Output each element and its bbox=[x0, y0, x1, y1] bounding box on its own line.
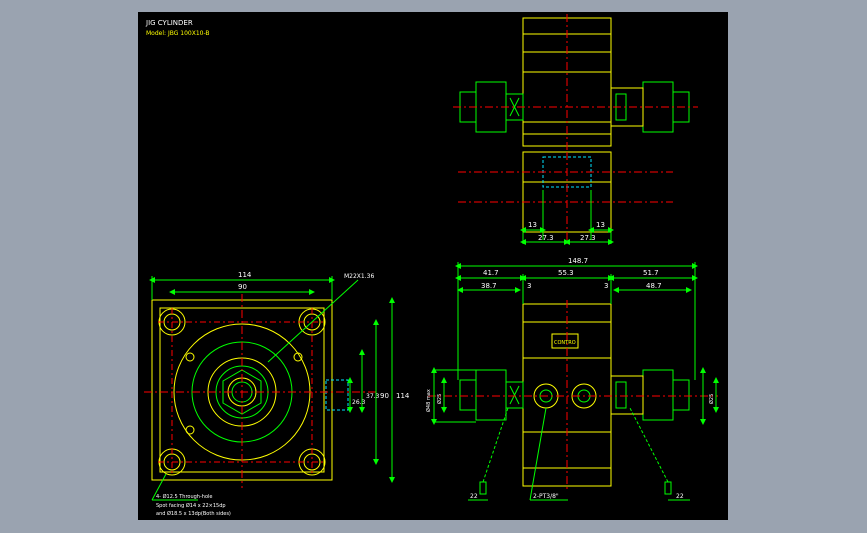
top-view bbox=[453, 14, 698, 152]
dim-front-thread: M22X1.36 bbox=[344, 273, 374, 280]
dim-side-overall: 148.7 bbox=[568, 257, 588, 265]
front-port bbox=[325, 379, 349, 411]
side-label-left: 22 bbox=[470, 493, 478, 500]
section-view bbox=[458, 151, 673, 245]
note-line-2: Spot facing Ø14 x 22×15dp bbox=[156, 502, 226, 509]
dim-side-seg-left: 41.7 bbox=[483, 269, 499, 277]
dim-side-dia-left-outer: Ø48 max bbox=[425, 389, 432, 412]
dim-top-right-offset: 27.3 bbox=[580, 234, 596, 242]
front-view bbox=[144, 276, 395, 501]
cad-drawing: JIG CYLINDER Model: JBG 100X10-B 13 13 2… bbox=[144, 14, 719, 517]
drawing-model: Model: JBG 100X10-B bbox=[146, 30, 210, 37]
note-line-1: 4- Ø12.5 Through-hole bbox=[156, 493, 212, 500]
dim-side-inner-left: 38.7 bbox=[481, 282, 497, 290]
note-line-3: and Ø18.5 x 13dp(Both sides) bbox=[156, 510, 231, 517]
side-view bbox=[428, 262, 719, 501]
dim-front-port-height: 26.3 bbox=[352, 399, 366, 406]
cad-drawing-canvas: JIG CYLINDER Model: JBG 100X10-B 13 13 2… bbox=[138, 12, 728, 520]
dim-side-gap-left: 3 bbox=[527, 282, 531, 290]
dim-top-right-small: 13 bbox=[596, 221, 605, 229]
dim-side-gap-right: 3 bbox=[604, 282, 608, 290]
side-port-label: 2-PT3/8" bbox=[533, 493, 559, 500]
side-label-right: 22 bbox=[676, 493, 684, 500]
dim-top-left-offset: 27.3 bbox=[538, 234, 554, 242]
dim-top-left-small: 13 bbox=[528, 221, 537, 229]
side-body bbox=[522, 303, 612, 487]
dim-side-seg-right: 51.7 bbox=[643, 269, 659, 277]
dim-side-dia-right: Ø25 bbox=[708, 394, 715, 404]
dim-front-height-holes: 90 bbox=[380, 392, 389, 400]
drawing-title: JIG CYLINDER bbox=[145, 19, 193, 27]
side-badge-text: CONTRO bbox=[554, 340, 576, 346]
dim-front-width-holes: 90 bbox=[238, 283, 247, 291]
side-left-nut bbox=[475, 369, 507, 421]
dim-front-width-total: 114 bbox=[238, 271, 252, 279]
side-right-nut bbox=[642, 369, 674, 421]
dim-side-seg-mid: 55.3 bbox=[558, 269, 574, 277]
dim-front-port-offset: 37.3 bbox=[366, 393, 380, 400]
dim-side-inner-right: 48.7 bbox=[646, 282, 662, 290]
dim-front-height-total: 114 bbox=[396, 392, 410, 400]
dim-side-dia-left-inner: Ø25 bbox=[436, 394, 443, 404]
